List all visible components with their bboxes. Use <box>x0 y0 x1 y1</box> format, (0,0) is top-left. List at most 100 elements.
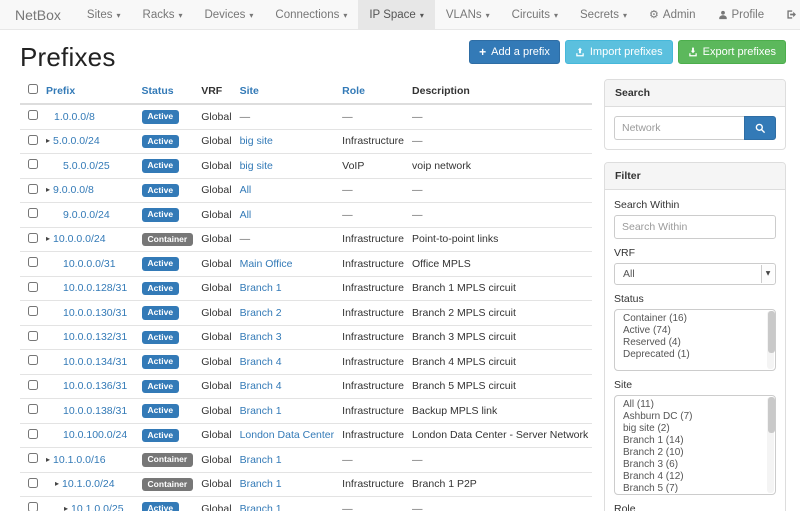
row-checkbox[interactable] <box>28 502 38 511</box>
vrf-select[interactable]: All ▼ <box>614 263 776 285</box>
site-link[interactable]: Branch 1 <box>240 405 282 417</box>
site-link[interactable]: Branch 1 <box>240 478 282 490</box>
select-all-checkbox[interactable] <box>28 84 38 94</box>
prefix-link[interactable]: 9.0.0.0/24 <box>63 209 110 221</box>
filter-option[interactable]: Branch 2 (10) <box>615 447 775 459</box>
nav-item-connections[interactable]: Connections ▾ <box>264 0 358 29</box>
scrollbar-thumb[interactable] <box>768 311 775 353</box>
filter-option[interactable]: Deprecated (1) <box>615 349 775 361</box>
description-value: Branch 5 MPLS circuit <box>408 374 592 399</box>
nav-item-sites[interactable]: Sites ▾ <box>76 0 132 29</box>
sort-site[interactable]: Site <box>240 85 259 97</box>
sort-status[interactable]: Status <box>142 85 174 97</box>
col-vrf: VRF <box>197 79 235 104</box>
row-checkbox[interactable] <box>28 380 38 390</box>
row-checkbox[interactable] <box>28 404 38 414</box>
prefix-link[interactable]: 5.0.0.0/24 <box>53 135 100 147</box>
prefix-link[interactable]: 10.0.0.128/31 <box>63 282 127 294</box>
row-checkbox[interactable] <box>28 453 38 463</box>
prefix-link[interactable]: 10.1.0.0/25 <box>71 503 124 511</box>
status-listbox[interactable]: Container (16)Active (74)Reserved (4)Dep… <box>614 309 776 371</box>
filter-option[interactable]: Ashburn DC (7) <box>615 411 775 423</box>
search-input[interactable] <box>614 116 744 140</box>
site-link[interactable]: Branch 1 <box>240 454 282 466</box>
site-link[interactable]: London Data Center <box>240 429 335 441</box>
prefix-link[interactable]: 10.0.0.138/31 <box>63 405 127 417</box>
prefix-link[interactable]: 10.0.0.0/31 <box>63 258 116 270</box>
site-link[interactable]: Main Office <box>240 258 293 270</box>
sort-role[interactable]: Role <box>342 85 365 97</box>
row-checkbox[interactable] <box>28 429 38 439</box>
role-value: Infrastructure <box>338 276 408 301</box>
description-value: Branch 2 MPLS circuit <box>408 301 592 326</box>
filter-option[interactable]: Branch 4 (12) <box>615 471 775 483</box>
filter-option[interactable]: Reserved (4) <box>615 337 775 349</box>
site-link[interactable]: big site <box>240 135 273 147</box>
site-link[interactable]: Branch 1 <box>240 282 282 294</box>
filter-option[interactable]: Branch 5 (7) <box>615 483 775 495</box>
prefix-link[interactable]: 10.0.0.132/31 <box>63 331 127 343</box>
nav-item-devices[interactable]: Devices ▾ <box>193 0 264 29</box>
import-prefixes-button[interactable]: Import prefixes <box>565 40 673 64</box>
description-value: Branch 4 MPLS circuit <box>408 350 592 375</box>
sort-prefix[interactable]: Prefix <box>46 85 75 97</box>
filter-option[interactable]: Branch 3 (6) <box>615 459 775 471</box>
brand-link[interactable]: NetBox <box>0 0 76 29</box>
search-within-input[interactable] <box>614 215 776 239</box>
row-checkbox[interactable] <box>28 257 38 267</box>
row-checkbox[interactable] <box>28 282 38 292</box>
site-link[interactable]: big site <box>240 160 273 172</box>
row-checkbox[interactable] <box>28 159 38 169</box>
prefix-link[interactable]: 10.1.0.0/16 <box>53 454 106 466</box>
row-checkbox[interactable] <box>28 478 38 488</box>
prefix-link[interactable]: 10.1.0.0/24 <box>62 478 115 490</box>
prefix-link[interactable]: 10.0.0.130/31 <box>63 307 127 319</box>
admin-link[interactable]: ⚙ Admin <box>638 0 706 29</box>
table-row: ▸5.0.0.0/24 Active Global big site Infra… <box>20 129 592 154</box>
search-icon <box>755 123 766 134</box>
site-link[interactable]: All <box>240 209 252 221</box>
table-row: ▸10.0.0.128/31 Active Global Branch 1 In… <box>20 276 592 301</box>
row-checkbox[interactable] <box>28 233 38 243</box>
prefix-link[interactable]: 1.0.0.0/8 <box>54 111 95 123</box>
nav-item-vlans[interactable]: VLANs ▾ <box>435 0 501 29</box>
site-link[interactable]: Branch 1 <box>240 503 282 511</box>
prefix-link[interactable]: 10.0.0.134/31 <box>63 356 127 368</box>
prefix-link[interactable]: 10.0.100.0/24 <box>63 429 127 441</box>
row-checkbox[interactable] <box>28 306 38 316</box>
scrollbar-thumb[interactable] <box>768 397 775 433</box>
description-value: Backup MPLS link <box>408 399 592 424</box>
row-checkbox[interactable] <box>28 110 38 120</box>
site-link[interactable]: Branch 4 <box>240 380 282 392</box>
site-link[interactable]: All <box>240 184 252 196</box>
search-button[interactable] <box>744 116 776 140</box>
site-link[interactable]: Branch 3 <box>240 331 282 343</box>
site-link[interactable]: Branch 2 <box>240 307 282 319</box>
row-checkbox[interactable] <box>28 208 38 218</box>
prefix-link[interactable]: 10.0.0.136/31 <box>63 380 127 392</box>
prefix-link[interactable]: 10.0.0.0/24 <box>53 233 106 245</box>
description-value: — <box>408 178 592 203</box>
prefix-link[interactable]: 5.0.0.0/25 <box>63 160 110 172</box>
profile-link[interactable]: Profile <box>707 0 776 29</box>
row-checkbox[interactable] <box>28 355 38 365</box>
filter-option[interactable]: All (11) <box>615 399 775 411</box>
status-badge: Container <box>142 478 194 492</box>
row-checkbox[interactable] <box>28 135 38 145</box>
export-prefixes-button[interactable]: Export prefixes <box>678 40 786 64</box>
logout-link[interactable]: Log out <box>775 0 800 29</box>
filter-option[interactable]: big site (2) <box>615 423 775 435</box>
filter-option[interactable]: Branch 1 (14) <box>615 435 775 447</box>
nav-item-secrets[interactable]: Secrets ▾ <box>569 0 638 29</box>
add-prefix-button[interactable]: + Add a prefix <box>469 40 560 64</box>
site-link[interactable]: Branch 4 <box>240 356 282 368</box>
filter-option[interactable]: Active (74) <box>615 325 775 337</box>
filter-option[interactable]: Container (16) <box>615 313 775 325</box>
site-listbox[interactable]: All (11)Ashburn DC (7)big site (2)Branch… <box>614 395 776 495</box>
row-checkbox[interactable] <box>28 331 38 341</box>
prefix-link[interactable]: 9.0.0.0/8 <box>53 184 94 196</box>
nav-item-racks[interactable]: Racks ▾ <box>132 0 194 29</box>
row-checkbox[interactable] <box>28 184 38 194</box>
nav-item-ip-space[interactable]: IP Space ▾ <box>358 0 434 29</box>
nav-item-circuits[interactable]: Circuits ▾ <box>501 0 569 29</box>
